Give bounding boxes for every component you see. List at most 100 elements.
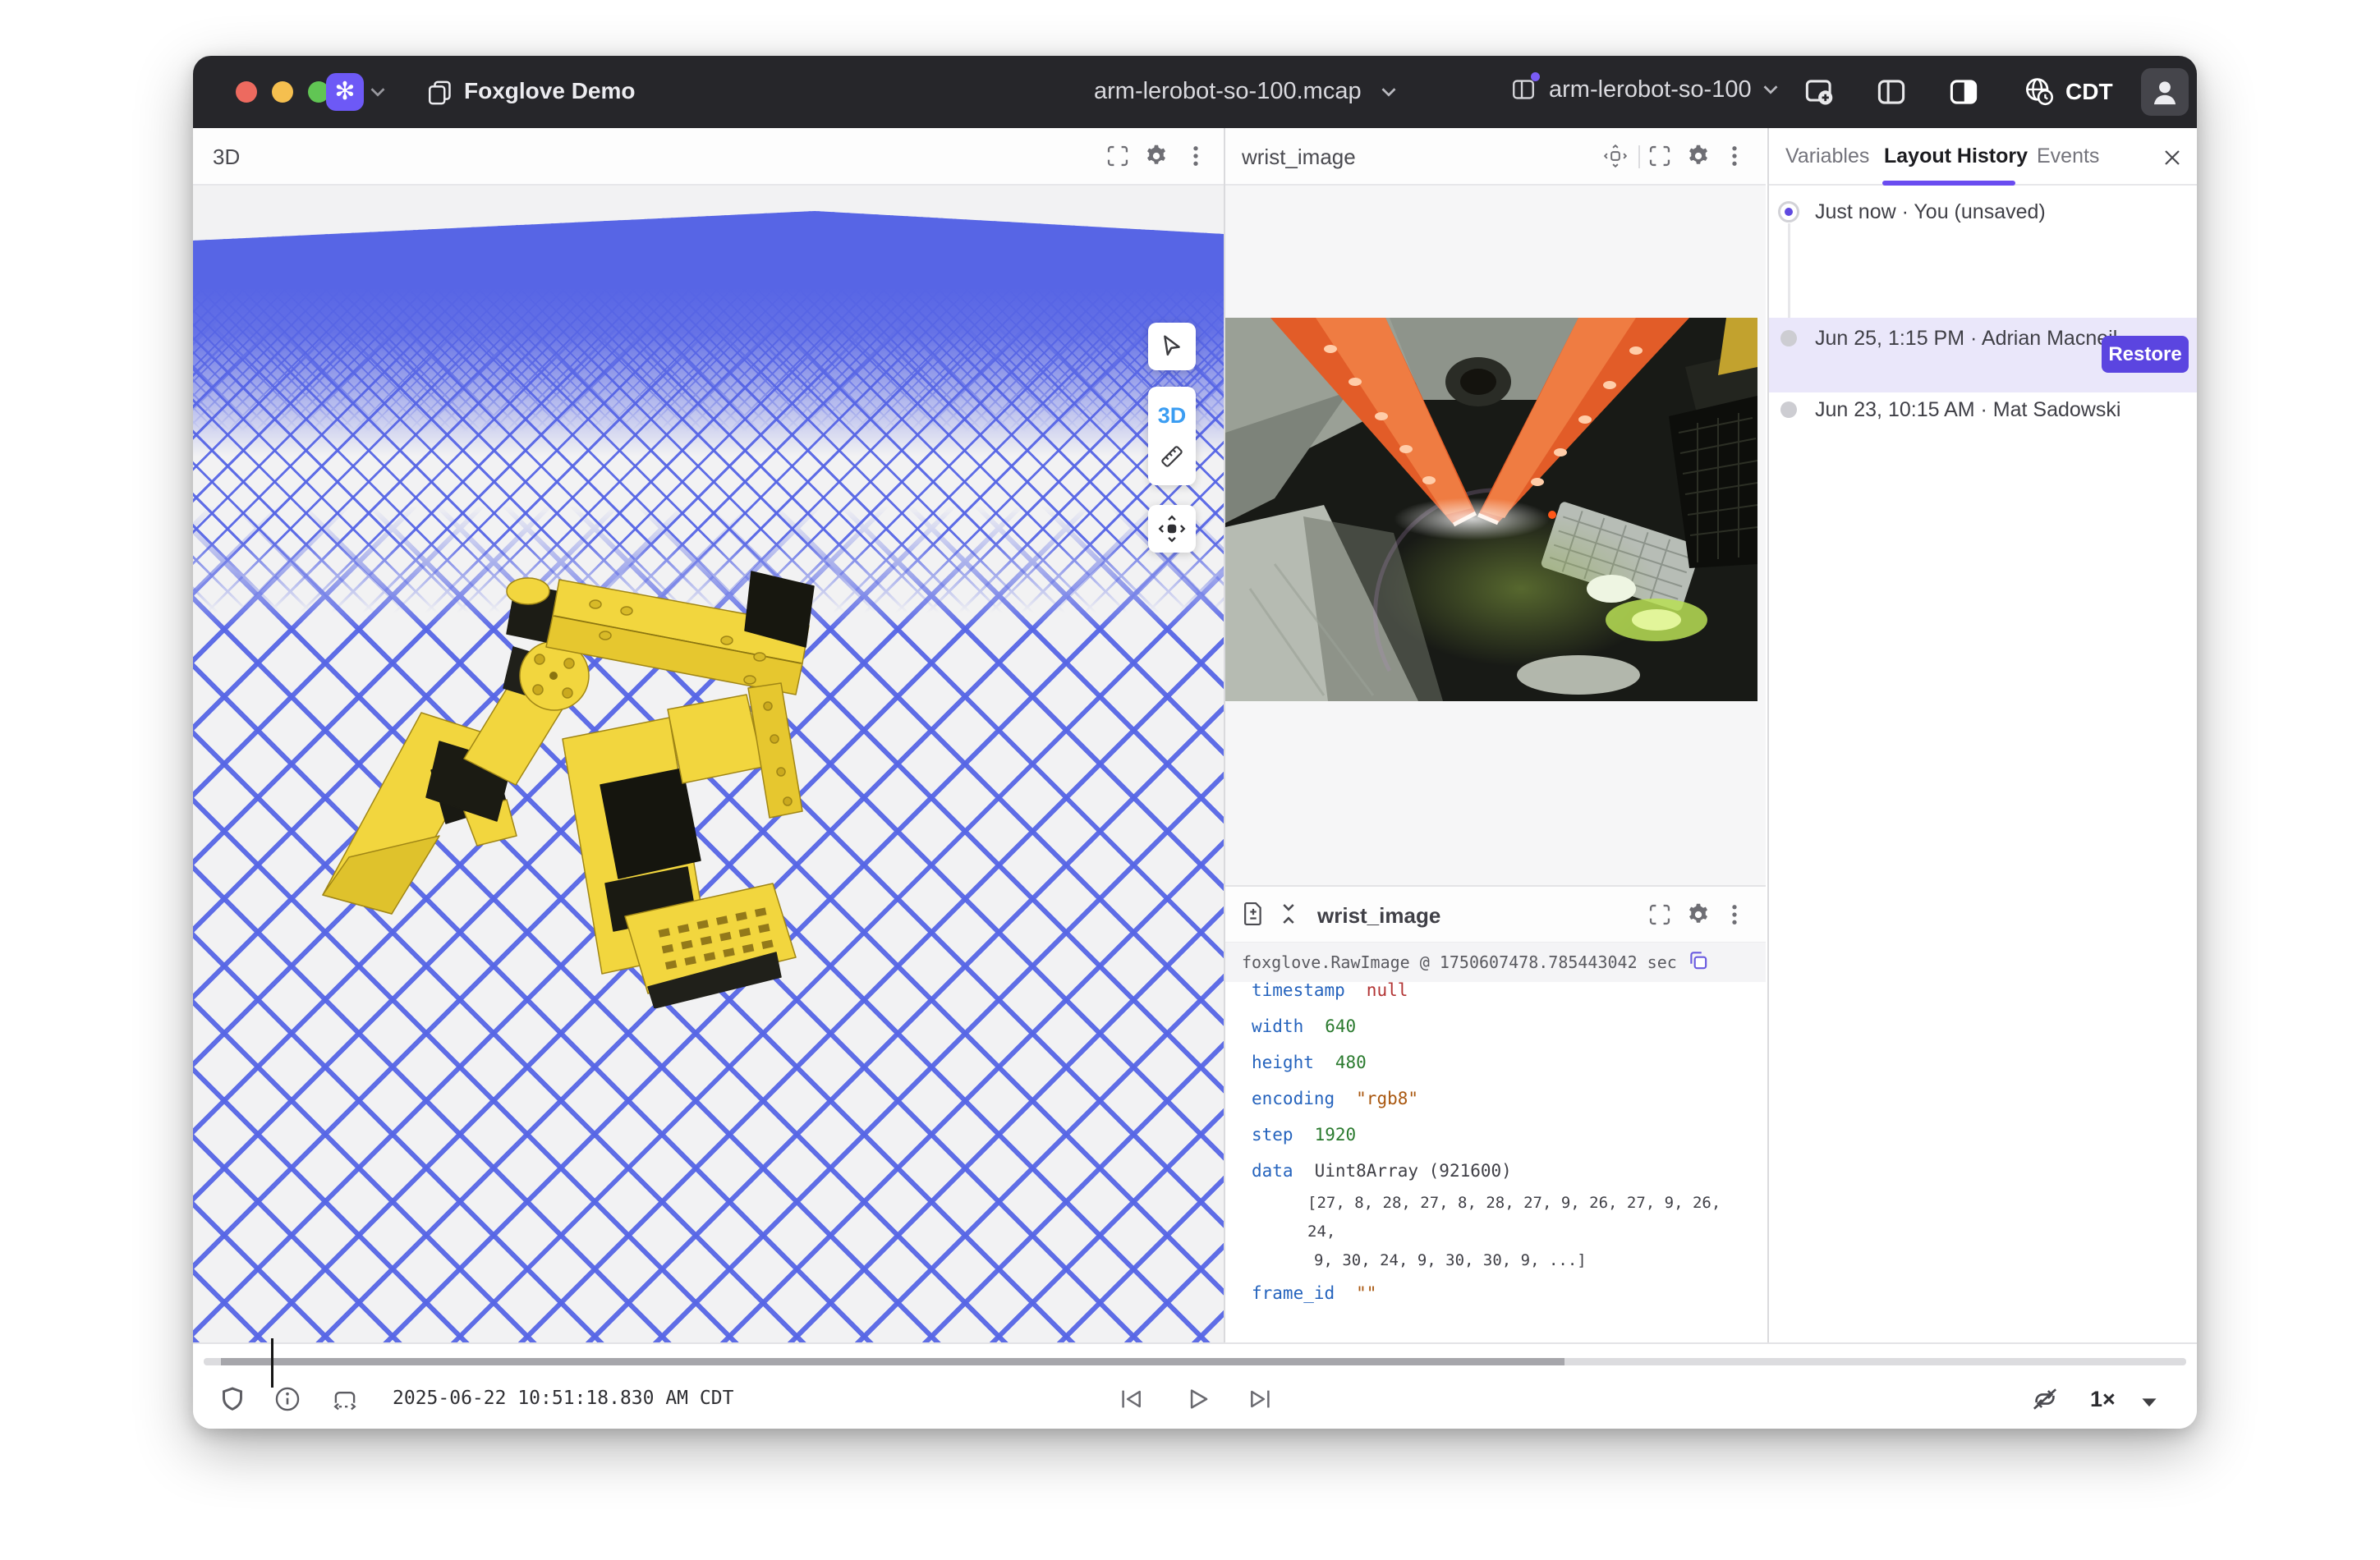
user-avatar-button[interactable] — [2141, 68, 2189, 116]
shield-icon[interactable] — [214, 1381, 250, 1417]
raw-field-row: encoding "rgb8" — [1252, 1081, 1753, 1117]
data-source-name: arm-lerobot-so-100.mcap — [1094, 78, 1362, 105]
raw-message-schema: foxglove.RawImage @ 1750607478.785443042… — [1242, 952, 1677, 972]
robot-arm-model[interactable] — [316, 565, 829, 1008]
layout-name: arm-lerobot-so-100 — [1549, 76, 1752, 103]
pointer-icon — [1159, 333, 1185, 360]
raw-field-key[interactable]: height — [1252, 1053, 1314, 1072]
ruler-icon — [1159, 443, 1185, 470]
data-source-selector[interactable]: arm-lerobot-so-100.mcap — [1094, 78, 1396, 105]
raw-field-value: "rgb8" — [1356, 1089, 1418, 1108]
close-window-button[interactable] — [236, 81, 257, 103]
toggle-right-sidebar-button[interactable] — [1946, 74, 1982, 110]
tab-variables[interactable]: Variables — [1785, 145, 1869, 168]
tab-events[interactable]: Events — [2037, 145, 2099, 168]
restore-button[interactable]: Restore — [2102, 336, 2189, 373]
settings-gear-icon[interactable] — [1144, 144, 1170, 170]
3d-viewport[interactable]: 3D — [193, 186, 1224, 1342]
app-menu-chevron-down-icon[interactable] — [370, 87, 385, 97]
panel-header-wrist-image[interactable]: wrist_image — [1225, 128, 1766, 186]
panel-menu-kebab-icon[interactable] — [1722, 144, 1748, 170]
collapse-all-icon[interactable] — [1276, 902, 1303, 928]
settings-gear-icon[interactable] — [1686, 144, 1712, 170]
panel-menu-kebab-icon[interactable] — [1722, 902, 1748, 929]
play-button[interactable] — [1179, 1381, 1215, 1417]
panel-menu-kebab-icon[interactable] — [1183, 144, 1210, 170]
history-item-label: Jun 23, 10:15 AM · Mat Sadowski — [1815, 398, 2120, 422]
timeline-playhead[interactable] — [271, 1338, 273, 1388]
pointer-tool-button[interactable] — [1148, 323, 1196, 370]
raw-field-row: height 480 — [1252, 1044, 1753, 1081]
app-window: ✻ Foxglove Demo arm-lerobot-so-100.mcap … — [193, 56, 2197, 1429]
raw-field-value: "" — [1356, 1283, 1376, 1303]
panel-title-wrist-image: wrist_image — [1242, 145, 1356, 170]
app-title: Foxglove Demo — [464, 78, 635, 104]
playback-timestamp[interactable]: 2025-06-22 10:51:18.830 AM CDT — [393, 1388, 733, 1409]
timezone-control[interactable]: CDT — [2023, 76, 2113, 108]
speed-dropdown-caret-icon[interactable] — [2131, 1383, 2167, 1420]
foxglove-logo[interactable]: ✻ — [326, 73, 364, 111]
playback-speed-label[interactable]: 1× — [2090, 1387, 2116, 1412]
history-item-label: Jun 25, 1:15 PM · Adrian Macneil — [1815, 327, 2117, 351]
toggle-left-sidebar-button[interactable] — [1873, 74, 1909, 110]
raw-field-key[interactable]: step — [1252, 1125, 1293, 1145]
layout-selector[interactable]: arm-lerobot-so-100 — [1509, 76, 1778, 103]
scene-tools-card: 3D — [1148, 387, 1196, 485]
history-current-dot — [1778, 201, 1799, 223]
close-sidebar-icon[interactable] — [2162, 147, 2183, 168]
panel-title-3d: 3D — [213, 145, 240, 170]
loop-playback-off-button[interactable] — [2027, 1381, 2063, 1417]
panel-header-raw-messages[interactable]: wrist_image — [1225, 885, 1766, 943]
copy-message-icon[interactable] — [1687, 949, 1710, 972]
history-dot — [1780, 401, 1797, 418]
raw-data-array-line: [27, 8, 28, 27, 8, 28, 27, 9, 26, 27, 9,… — [1307, 1189, 1753, 1246]
fullscreen-icon[interactable] — [1647, 902, 1674, 929]
minimize-window-button[interactable] — [272, 81, 293, 103]
left-sidebar-icon — [1875, 76, 1908, 108]
timeline-scrubber[interactable] — [204, 1358, 2186, 1365]
camera-orbit-button[interactable] — [1148, 505, 1196, 553]
raw-field-key[interactable]: data — [1252, 1161, 1293, 1181]
raw-field-row: timestamp null — [1252, 972, 1753, 1008]
scene-mode-3d-button[interactable]: 3D — [1158, 403, 1187, 429]
wrist-camera-image — [1225, 318, 1757, 701]
settings-gear-icon[interactable] — [1686, 902, 1712, 929]
raw-field-row: width 640 — [1252, 1008, 1753, 1044]
layout-chevron-down-icon — [1763, 85, 1778, 94]
raw-field-value: Uint8Array (921600) — [1315, 1161, 1512, 1181]
data-source-chevron-down-icon — [1381, 87, 1396, 97]
add-panel-button[interactable] — [1801, 74, 1837, 110]
panel-header-3d[interactable]: 3D — [193, 128, 1224, 186]
timeline-loaded-range — [221, 1358, 1564, 1365]
right-sidebar: Variables Layout History Events Just now… — [1767, 128, 2197, 1342]
seek-backward-button[interactable] — [1114, 1381, 1150, 1417]
raw-field-key[interactable]: timestamp — [1252, 980, 1345, 1000]
loop-region-icon[interactable] — [327, 1381, 363, 1417]
right-sidebar-icon — [1947, 76, 1980, 108]
history-item-label: Just now · You (unsaved) — [1815, 200, 2046, 224]
fit-view-icon[interactable] — [1603, 144, 1629, 170]
fullscreen-icon[interactable] — [1647, 144, 1674, 170]
layout-unsaved-dot — [1531, 72, 1540, 81]
desktop-background: ✻ Foxglove Demo arm-lerobot-so-100.mcap … — [0, 0, 2380, 1560]
playback-bar: 2025-06-22 10:51:18.830 AM CDT 1× — [193, 1342, 2197, 1429]
info-icon[interactable] — [269, 1381, 306, 1417]
header-separator — [1638, 145, 1640, 168]
raw-field-key[interactable]: frame_id — [1252, 1283, 1335, 1303]
raw-field-value: 1920 — [1315, 1125, 1357, 1145]
raw-field-key[interactable]: width — [1252, 1016, 1303, 1036]
seek-forward-button[interactable] — [1242, 1381, 1278, 1417]
wrist-image-panel-body[interactable] — [1225, 186, 1766, 941]
raw-data-array-line: 9, 30, 24, 9, 30, 30, 9, ...] — [1314, 1246, 1753, 1275]
titlebar: ✻ Foxglove Demo arm-lerobot-so-100.mcap … — [193, 56, 2197, 128]
tab-layout-history[interactable]: Layout History — [1884, 145, 2028, 168]
raw-field-value: 480 — [1335, 1053, 1367, 1072]
raw-messages-panel-icon — [1240, 901, 1266, 927]
fullscreen-icon[interactable] — [1105, 144, 1132, 170]
raw-field-key[interactable]: encoding — [1252, 1089, 1335, 1108]
raw-data-array-preview: [27, 8, 28, 27, 8, 28, 27, 9, 26, 27, 9,… — [1307, 1189, 1753, 1275]
raw-field-row: step 1920 — [1252, 1117, 1753, 1153]
raw-field-value: null — [1367, 980, 1408, 1000]
measure-tool-button[interactable] — [1159, 443, 1185, 470]
sidebar-tabs: Variables Layout History Events — [1769, 128, 2197, 186]
